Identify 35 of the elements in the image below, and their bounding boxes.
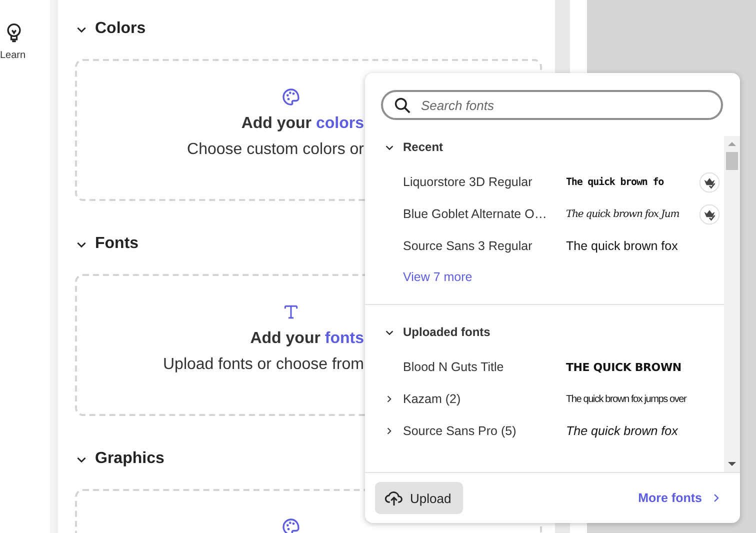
search-icon [393,96,412,115]
section-title[interactable]: Colors [95,20,146,38]
font-preview: THE QUICK BROWN [566,360,682,374]
section-title[interactable]: Fonts [95,235,139,253]
font-name[interactable]: Blood N Guts Title [403,360,504,374]
search-field[interactable]: Search fonts [381,90,723,120]
font-preview: The quick brown fox Jum [566,208,680,220]
card-text: Choose custom colors or [187,141,364,159]
font-preview: The quick brown fox jumps over [566,394,686,404]
font-preview: The quick brown fox [566,239,678,253]
font-name[interactable]: Source Sans Pro (5) [403,424,516,438]
group-title[interactable]: Uploaded fonts [403,325,490,339]
font-preview: The quick brown fo [566,176,664,188]
card-heading: Add your colors [241,115,364,133]
scroll-up-arrow-icon[interactable] [728,142,736,146]
upload-button[interactable]: Upload [375,482,464,514]
card-link[interactable]: colors [316,115,364,132]
more-fonts-link[interactable]: More fonts [638,491,722,505]
font-name[interactable]: Blue Goblet Alternate O… [403,207,547,221]
scrollbar[interactable] [724,136,740,472]
palette-icon [281,87,301,107]
card-link[interactable]: fonts [324,330,364,347]
scrollbar-thumb[interactable] [726,152,738,170]
card-heading: Add your fonts [250,330,364,348]
section-title[interactable]: Graphics [95,450,164,468]
font-name[interactable]: Liquorstore 3D Regular [403,175,532,189]
view-more-link[interactable]: View 7 more [365,262,724,284]
scroll-down-arrow-icon[interactable] [728,462,736,466]
font-name[interactable]: Source Sans 3 Regular [403,239,532,253]
sidebar-item-label[interactable]: Learn [0,50,26,61]
palette-icon [281,517,301,533]
font-name[interactable]: Kazam (2) [403,392,461,406]
font-preview: The quick brown fox [566,424,678,438]
card-text: Upload fonts or choose from [163,356,364,374]
group-title[interactable]: Recent [403,140,444,154]
